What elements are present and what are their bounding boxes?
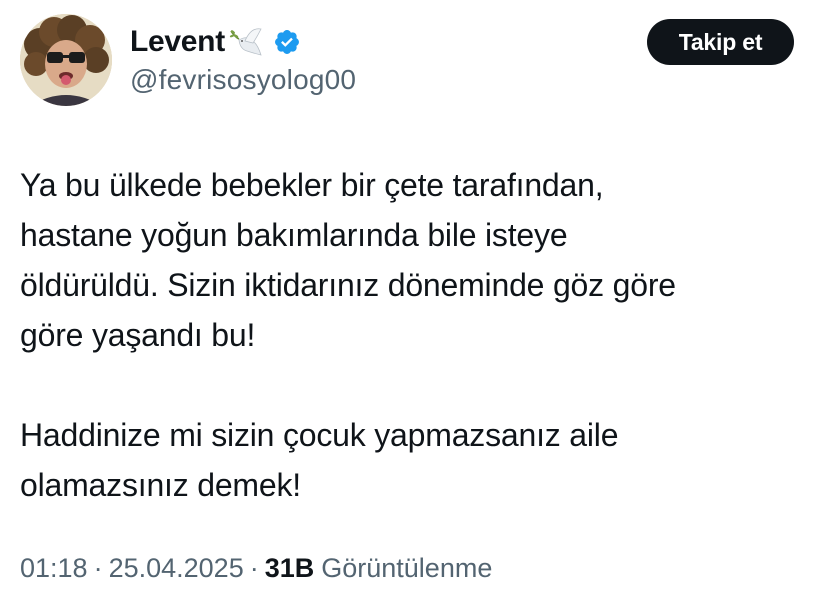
tweet-card: Levent @fevrisosyolog00 Takip et Ya bu ü… <box>0 0 828 604</box>
tweet-line: Haddinize mi sizin çocuk yapmazsanız ail… <box>20 417 619 453</box>
meta-separator: · <box>249 553 259 583</box>
views-count[interactable]: 31B <box>265 553 315 584</box>
tweet-line: olamazsınız demek! <box>20 467 301 503</box>
tweet-meta: 01:18 · 25.04.2025 · 31B Görüntülenme <box>20 553 492 584</box>
meta-separator: · <box>93 553 103 583</box>
verified-icon <box>273 28 301 56</box>
tweet-line: öldürüldü. Sizin iktidarınız döneminde g… <box>20 267 676 303</box>
avatar[interactable] <box>20 14 112 106</box>
tweet-date[interactable]: 25.04.2025 <box>109 553 244 584</box>
views-label[interactable]: Görüntülenme <box>321 553 492 584</box>
display-name[interactable]: Levent <box>130 25 225 59</box>
user-handle[interactable]: @fevrisosyolog00 <box>130 64 356 96</box>
tweet-line: hastane yoğun bakımlarında bile isteye <box>20 217 568 253</box>
tweet-text: Ya bu ülkede bebekler bir çete tarafında… <box>20 160 810 510</box>
follow-button[interactable]: Takip et <box>647 19 794 65</box>
dove-icon <box>227 23 265 61</box>
tweet-time[interactable]: 01:18 <box>20 553 88 584</box>
tweet-line: Ya bu ülkede bebekler bir çete tarafında… <box>20 167 604 203</box>
tweet-line: göre yaşandı bu! <box>20 317 256 353</box>
user-name-row: Levent <box>130 22 301 62</box>
